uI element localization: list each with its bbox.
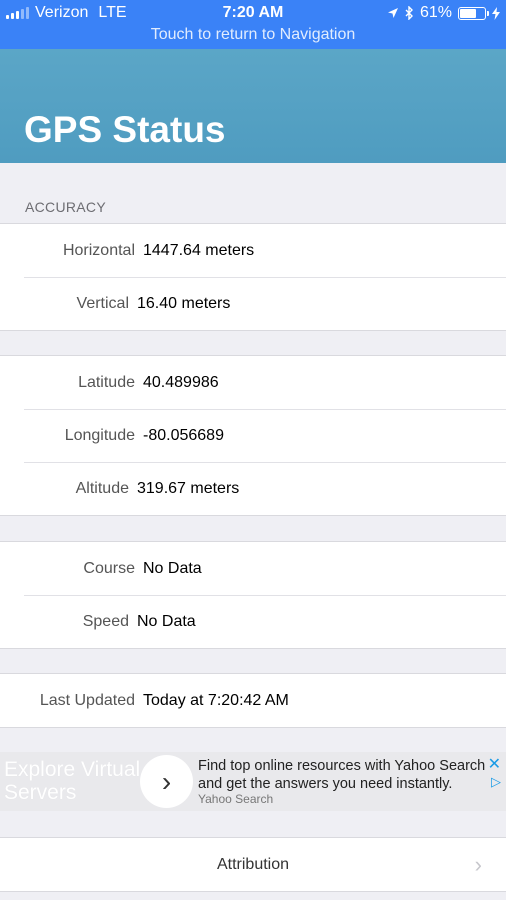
row-last-updated: Last Updated Today at 7:20:42 AM xyxy=(0,674,506,727)
motion-group: Course No Data Speed No Data xyxy=(0,541,506,649)
row-altitude: Altitude 319.67 meters xyxy=(0,462,506,515)
return-to-navigation-banner[interactable]: Touch to return to Navigation xyxy=(0,26,506,44)
ad-source: Yahoo Search xyxy=(198,792,274,806)
attribution-row[interactable]: Attribution › xyxy=(0,837,506,892)
battery-percent: 61% xyxy=(419,4,452,21)
page-header: GPS Status xyxy=(0,49,506,163)
location-arrow-icon xyxy=(387,8,398,18)
row-vertical: Vertical 16.40 meters xyxy=(0,277,506,330)
longitude-label: Longitude xyxy=(64,426,135,444)
row-latitude: Latitude 40.489986 xyxy=(0,356,506,409)
vertical-value: 16.40 meters xyxy=(137,294,231,312)
bluetooth-icon xyxy=(405,6,413,20)
row-longitude: Longitude -80.056689 xyxy=(0,409,506,462)
row-course: Course No Data xyxy=(0,542,506,595)
ad-text: Find top online resources with Yahoo Sea… xyxy=(198,758,486,792)
altitude-value: 319.67 meters xyxy=(137,479,240,497)
latitude-label: Latitude xyxy=(78,373,135,391)
speed-value: No Data xyxy=(137,612,196,630)
position-group: Latitude 40.489986 Longitude -80.056689 … xyxy=(0,355,506,516)
battery-icon xyxy=(458,6,489,20)
longitude-value: -80.056689 xyxy=(143,426,224,444)
accuracy-group: Horizontal 1447.64 meters Vertical 16.40… xyxy=(0,223,506,331)
ad-headline-line2: Servers xyxy=(4,781,77,804)
section-header-accuracy: ACCURACY xyxy=(25,199,106,215)
ad-headline-line1: Explore Virtual xyxy=(4,758,141,781)
last-updated-value: Today at 7:20:42 AM xyxy=(143,691,289,709)
last-updated-label: Last Updated xyxy=(39,691,135,709)
charging-bolt-icon xyxy=(492,6,500,20)
altitude-label: Altitude xyxy=(75,479,129,497)
ad-headline: Explore Virtual Servers xyxy=(4,758,140,804)
latitude-value: 40.489986 xyxy=(143,373,219,391)
speed-label: Speed xyxy=(82,612,129,630)
ad-banner[interactable]: Explore Virtual Servers › Find top onlin… xyxy=(0,752,506,811)
course-value: No Data xyxy=(143,559,202,577)
status-bar[interactable]: Verizon LTE 7:20 AM 61% Touch to return … xyxy=(0,0,506,49)
horizontal-label: Horizontal xyxy=(62,241,135,259)
course-label: Course xyxy=(83,559,135,577)
ad-arrow-button[interactable]: › xyxy=(140,755,193,808)
row-horizontal: Horizontal 1447.64 meters xyxy=(0,224,506,277)
attribution-label: Attribution xyxy=(216,855,290,873)
updated-group: Last Updated Today at 7:20:42 AM xyxy=(0,673,506,728)
horizontal-value: 1447.64 meters xyxy=(143,241,255,259)
page-title: GPS Status xyxy=(24,109,226,150)
vertical-label: Vertical xyxy=(76,294,129,312)
row-speed: Speed No Data xyxy=(0,595,506,648)
chevron-right-icon: › xyxy=(474,852,482,877)
adchoices-icon[interactable]: ▷ xyxy=(491,774,501,790)
ad-close-icon[interactable]: ✕ xyxy=(488,754,501,774)
